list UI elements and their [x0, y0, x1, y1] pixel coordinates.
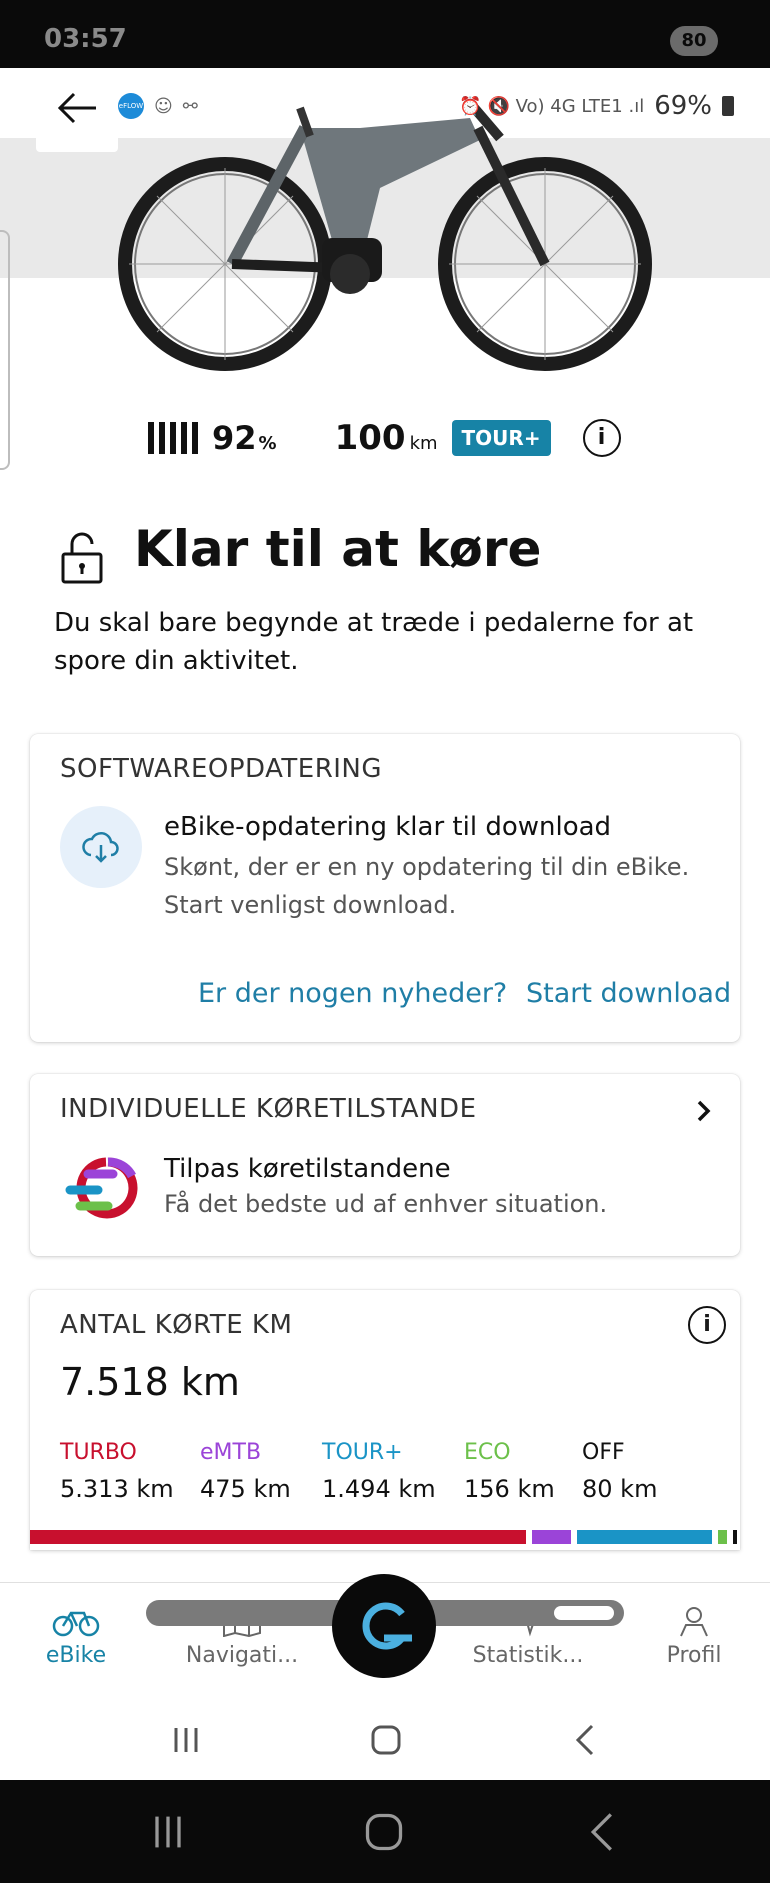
bar-segment-turbo [30, 1530, 526, 1544]
nav-label: Navigati... [185, 1643, 299, 1668]
riding-modes-logo-icon [65, 1157, 138, 1219]
whats-new-link[interactable]: Er der nogen nyheder? [198, 978, 507, 1009]
bike-icon [52, 1611, 100, 1637]
mode-value: 475 km [200, 1475, 291, 1503]
bike-hero: eFLOW ☺ ⚯ ⏰ 🔇 Vo) 4G LTE1 .ıl 69% [0, 68, 770, 398]
page-indicator-active [554, 1606, 614, 1620]
cloud-download-icon-wrap [60, 806, 142, 888]
mode-name: eMTB [200, 1440, 262, 1465]
edge-panel-handle[interactable] [0, 230, 10, 470]
info-icon[interactable]: i [582, 419, 621, 457]
mode-name: OFF [582, 1440, 625, 1465]
mode-column-emtb: eMTB 475 km [200, 1440, 291, 1503]
status-icons: ⏰ 🔇 Vo) 4G LTE1 .ıl [459, 95, 645, 117]
unlocked-lock-icon [61, 532, 103, 584]
mode-column-eco: ECO 156 km [464, 1440, 555, 1503]
range-value: 100 km [334, 418, 438, 458]
status-time: 03:57 [44, 24, 127, 54]
battery-percent: 69% [654, 91, 712, 121]
outer-system-navigation [0, 1780, 770, 1883]
battery-level: 92% [212, 419, 277, 457]
mode-value: 5.313 km [60, 1475, 174, 1503]
riding-modes-heading: INDIVIDUELLE KØRETILSTANDE [60, 1094, 477, 1124]
distance-heading: ANTAL KØRTE KM [60, 1310, 293, 1340]
person-icon: ☺ [154, 95, 173, 117]
ready-subtitle: Du skal bare begynde at træde i pedalern… [54, 608, 694, 676]
software-update-card: SOFTWAREOPDATERING eBike-opdatering klar… [30, 734, 740, 1042]
software-update-heading: SOFTWAREOPDATERING [60, 754, 383, 784]
mode-value: 156 km [464, 1475, 555, 1503]
eflow-app-icon: eFLOW [118, 93, 144, 119]
bar-segment-eco [718, 1530, 727, 1544]
back-arrow-icon[interactable] [52, 82, 104, 134]
battery-icon [722, 96, 734, 116]
start-download-link[interactable]: Start download [526, 978, 731, 1009]
mode-column-tour: TOUR+ 1.494 km [322, 1440, 436, 1503]
mode-distribution-bar [30, 1530, 740, 1544]
back-icon[interactable] [566, 1720, 606, 1760]
nav-item-ebike[interactable]: eBike [6, 1605, 146, 1668]
mode-value: 1.494 km [322, 1475, 436, 1503]
bike-stats-row: 92% 100 km TOUR+ i [148, 414, 648, 462]
total-distance: 7.518 km [60, 1360, 240, 1404]
bar-segment-tour [577, 1530, 712, 1544]
outer-status-bar: 03:57 80 [0, 0, 770, 68]
mode-name: TURBO [60, 1440, 137, 1465]
recents-icon[interactable] [166, 1720, 206, 1760]
battery-bars-icon [148, 422, 198, 454]
nav-item-profile[interactable]: Profil [624, 1605, 764, 1668]
nav-label: eBike [45, 1643, 107, 1668]
mode-badge: TOUR+ [451, 420, 551, 456]
bar-segment-emtb [532, 1530, 571, 1544]
mode-name: ECO [464, 1440, 511, 1465]
update-body: Skønt, der er en ny opdatering til din e… [164, 853, 690, 919]
riding-modes-title: Tilpas køretilstandene [164, 1154, 451, 1184]
bike-mini-icon: ⚯ [182, 95, 198, 117]
status-pill: 80 [670, 26, 718, 56]
riding-modes-card[interactable]: INDIVIDUELLE KØRETILSTANDE Tilpas køreti… [30, 1074, 740, 1256]
outer-home-icon[interactable] [362, 1810, 406, 1854]
nav-label: Statistik... [472, 1643, 584, 1668]
profile-icon [680, 1607, 708, 1637]
inner-status-right: ⏰ 🔇 Vo) 4G LTE1 .ıl 69% [459, 86, 734, 126]
outer-back-icon[interactable] [580, 1810, 624, 1854]
distance-info-icon[interactable]: i [688, 1306, 726, 1344]
mode-name: TOUR+ [322, 1440, 403, 1465]
inner-system-navigation [0, 1700, 770, 1780]
mode-value: 80 km [582, 1475, 658, 1503]
bar-segment-off [733, 1530, 737, 1544]
riding-modes-body: Få det bedste ud af enhver situation. [164, 1190, 608, 1218]
flow-logo-icon [362, 1602, 412, 1650]
outer-recents-icon[interactable] [146, 1810, 190, 1854]
cloud-download-icon [82, 832, 119, 863]
update-title: eBike-opdatering klar til download [164, 812, 612, 842]
ready-title: Klar til at køre [134, 520, 542, 578]
inner-status-left: eFLOW ☺ ⚯ [118, 86, 198, 126]
chevron-right-icon[interactable] [692, 1096, 716, 1126]
distance-card: ANTAL KØRTE KM i 7.518 km TURBO 5.313 km… [30, 1290, 740, 1550]
nav-label: Profil [666, 1643, 722, 1668]
mode-column-off: OFF 80 km [582, 1440, 657, 1503]
mode-column-turbo: TURBO 5.313 km [60, 1440, 174, 1503]
home-icon[interactable] [366, 1720, 406, 1760]
center-action-button[interactable] [332, 1574, 436, 1678]
